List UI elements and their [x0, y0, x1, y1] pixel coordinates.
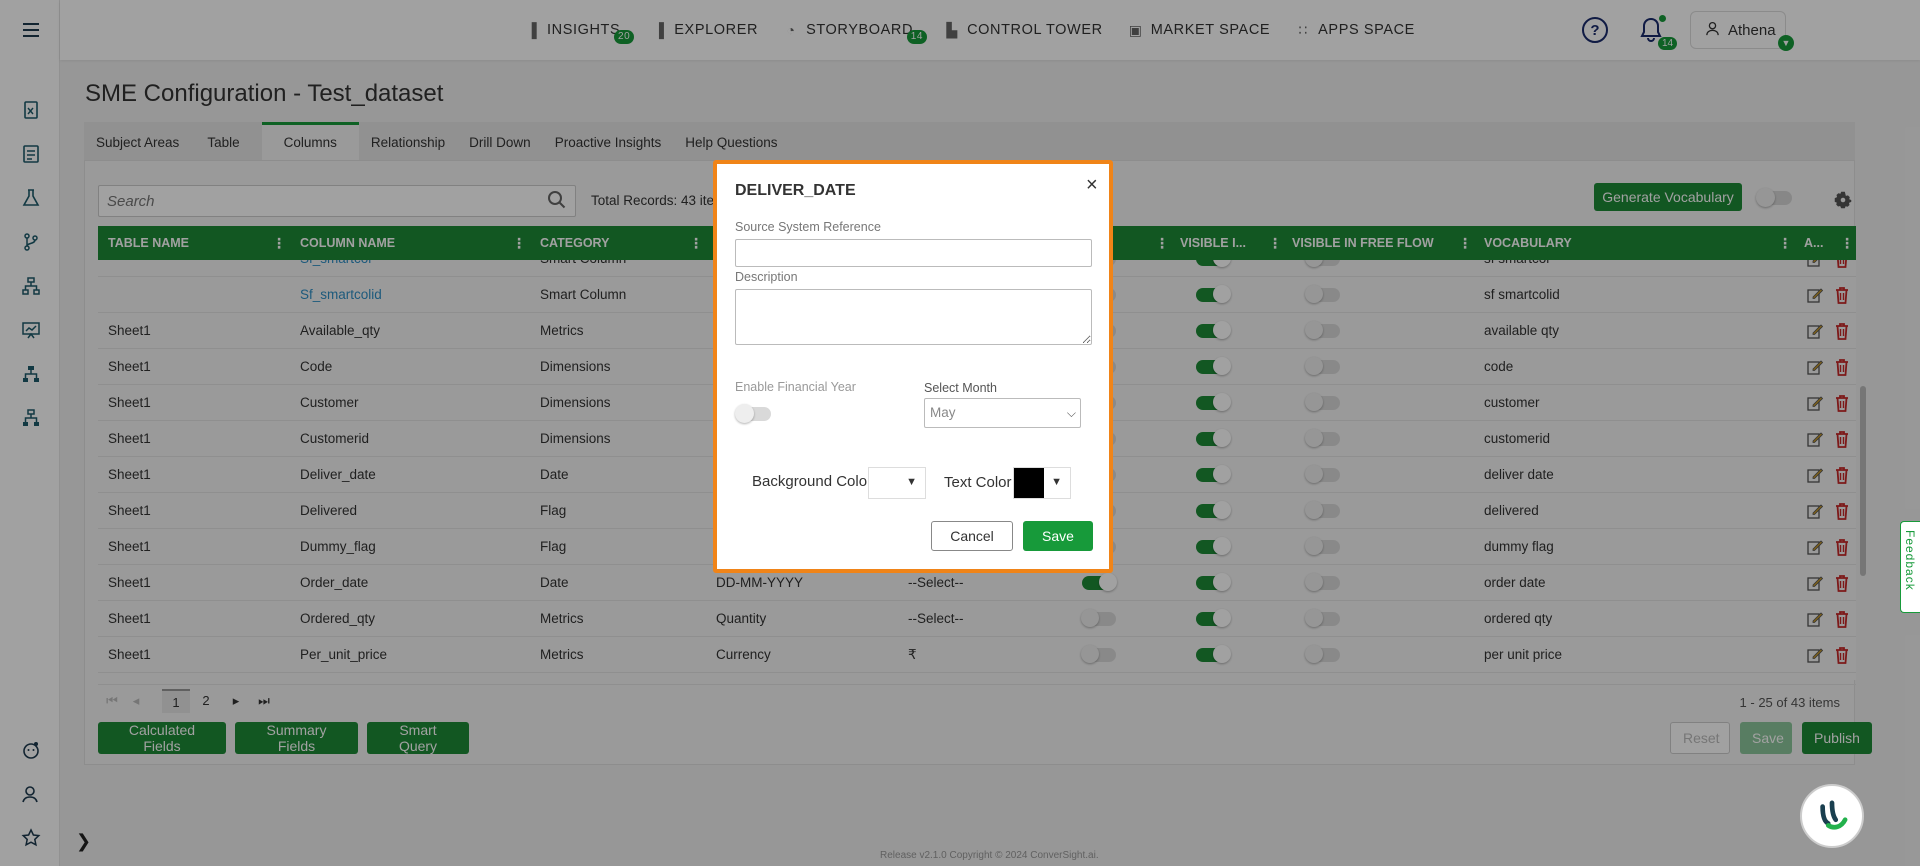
text-color-label: Text Color	[944, 474, 1012, 491]
month-value: May	[930, 405, 956, 420]
source-system-input[interactable]	[735, 239, 1092, 267]
chevron-down-icon: ⌵	[1066, 406, 1076, 420]
text-color-picker[interactable]: ▼	[1013, 467, 1071, 499]
caret-down-icon: ▼	[906, 476, 917, 488]
financial-year-toggle[interactable]	[735, 404, 771, 423]
background-color-picker[interactable]: ▼	[868, 467, 926, 499]
column-settings-dialog: DELIVER_DATE × Source System Reference D…	[713, 160, 1113, 573]
description-textarea[interactable]	[735, 289, 1092, 345]
close-icon[interactable]: ×	[1086, 174, 1098, 197]
dialog-save-button[interactable]: Save	[1023, 521, 1093, 551]
select-month-label: Select Month	[924, 381, 997, 395]
chatbot-icon	[1820, 800, 1848, 830]
feedback-label: Feedback	[1903, 530, 1917, 591]
month-select[interactable]: May ⌵	[924, 398, 1081, 428]
cancel-button[interactable]: Cancel	[931, 521, 1013, 551]
source-system-label: Source System Reference	[735, 220, 881, 234]
caret-down-icon: ▼	[1051, 476, 1062, 488]
background-color-swatch	[869, 468, 899, 498]
feedback-tab[interactable]: Feedback	[1900, 521, 1920, 613]
dialog-title: DELIVER_DATE	[735, 182, 856, 199]
financial-year-label: Enable Financial Year	[735, 380, 856, 394]
text-color-swatch	[1014, 468, 1044, 498]
chatbot-launcher[interactable]	[1800, 784, 1864, 848]
description-label: Description	[735, 270, 798, 284]
background-color-label: Background Color	[752, 473, 873, 490]
